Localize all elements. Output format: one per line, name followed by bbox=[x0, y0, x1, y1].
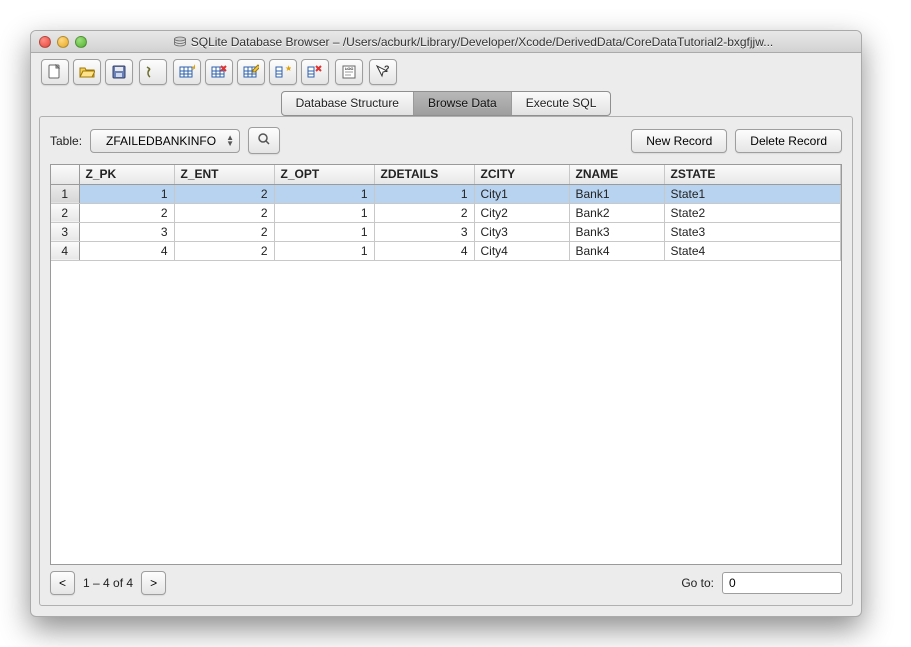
table-label: Table: bbox=[50, 134, 82, 148]
table-cell[interactable]: 1 bbox=[274, 203, 374, 222]
table-cell[interactable]: 1 bbox=[79, 184, 174, 203]
table-cell[interactable]: State3 bbox=[664, 222, 841, 241]
table-dropdown[interactable]: ZFAILEDBANKINFO bbox=[90, 129, 240, 153]
table-cell[interactable]: City4 bbox=[474, 241, 569, 260]
table-cell[interactable]: 1 bbox=[274, 222, 374, 241]
table-cell[interactable]: City3 bbox=[474, 222, 569, 241]
tab-execute-sql[interactable]: Execute SQL bbox=[512, 92, 611, 115]
zoom-window-button[interactable] bbox=[75, 36, 87, 48]
table-row[interactable]: 22212City2Bank2State2 bbox=[51, 203, 841, 222]
tab-database-structure[interactable]: Database Structure bbox=[282, 92, 414, 115]
modify-table-button[interactable] bbox=[237, 59, 265, 85]
filter-search-button[interactable] bbox=[248, 127, 280, 154]
table-header-zname[interactable]: ZNAME bbox=[569, 165, 664, 184]
db-icon bbox=[173, 36, 187, 48]
table-row[interactable]: 11211City1Bank1State1 bbox=[51, 184, 841, 203]
table-row[interactable]: 33213City3Bank3State3 bbox=[51, 222, 841, 241]
table-cell[interactable]: State4 bbox=[664, 241, 841, 260]
table-cell[interactable]: 3 bbox=[79, 222, 174, 241]
table-row-header[interactable]: 3 bbox=[51, 222, 79, 241]
open-db-button[interactable] bbox=[73, 59, 101, 85]
table-cell[interactable]: 2 bbox=[79, 203, 174, 222]
table-cell[interactable]: 4 bbox=[79, 241, 174, 260]
new-db-button[interactable] bbox=[41, 59, 69, 85]
table-cell[interactable]: State2 bbox=[664, 203, 841, 222]
pager-next-button[interactable]: > bbox=[141, 571, 166, 595]
svg-text:★: ★ bbox=[191, 64, 195, 72]
pager: < 1 – 4 of 4 > bbox=[50, 571, 166, 595]
table-row[interactable]: 44214City4Bank4State4 bbox=[51, 241, 841, 260]
table-cell[interactable]: State1 bbox=[664, 184, 841, 203]
table-cell[interactable]: Bank4 bbox=[569, 241, 664, 260]
new-record-button[interactable]: New Record bbox=[631, 129, 727, 153]
create-table-button[interactable]: ★ bbox=[173, 59, 201, 85]
window-title: SQLite Database Browser – /Users/acburk/… bbox=[191, 35, 773, 49]
table-row-header[interactable]: 1 bbox=[51, 184, 79, 203]
table-row-header[interactable]: 2 bbox=[51, 203, 79, 222]
table-header-zent[interactable]: Z_ENT bbox=[174, 165, 274, 184]
table-cell[interactable]: 2 bbox=[174, 222, 274, 241]
table-header-corner bbox=[51, 165, 79, 184]
browse-data-pane: Table: ZFAILEDBANKINFO ▲▼ New Record Del… bbox=[39, 116, 853, 606]
table-header-zcity[interactable]: ZCITY bbox=[474, 165, 569, 184]
delete-table-button[interactable] bbox=[205, 59, 233, 85]
tab-browse-data[interactable]: Browse Data bbox=[414, 92, 512, 115]
table-header-zopt[interactable]: Z_OPT bbox=[274, 165, 374, 184]
table-cell[interactable]: City2 bbox=[474, 203, 569, 222]
table-header-zstate[interactable]: ZSTATE bbox=[664, 165, 841, 184]
table-cell[interactable]: Bank2 bbox=[569, 203, 664, 222]
close-window-button[interactable] bbox=[39, 36, 51, 48]
tab-segmented-control: Database Structure Browse Data Execute S… bbox=[281, 91, 612, 116]
table-cell[interactable]: 3 bbox=[374, 222, 474, 241]
table-cell[interactable]: 2 bbox=[174, 241, 274, 260]
goto-label: Go to: bbox=[681, 576, 714, 590]
table-row-header[interactable]: 4 bbox=[51, 241, 79, 260]
whats-this-button[interactable]: ? bbox=[369, 59, 397, 85]
titlebar: SQLite Database Browser – /Users/acburk/… bbox=[31, 31, 861, 53]
pager-prev-button[interactable]: < bbox=[50, 571, 75, 595]
app-window: SQLite Database Browser – /Users/acburk/… bbox=[30, 30, 862, 617]
table-cell[interactable]: 1 bbox=[274, 241, 374, 260]
table-cell[interactable]: 4 bbox=[374, 241, 474, 260]
table-header-zpk[interactable]: Z_PK bbox=[79, 165, 174, 184]
table-header-row: Z_PK Z_ENT Z_OPT ZDETAILS ZCITY ZNAME ZS… bbox=[51, 165, 841, 184]
svg-text:★: ★ bbox=[285, 64, 291, 73]
undo-button[interactable] bbox=[139, 59, 167, 85]
search-icon bbox=[257, 132, 271, 146]
toolbar: ★ ★ LOG ? bbox=[31, 53, 861, 91]
minimize-window-button[interactable] bbox=[57, 36, 69, 48]
table-cell[interactable]: Bank3 bbox=[569, 222, 664, 241]
pager-status: 1 – 4 of 4 bbox=[83, 576, 133, 590]
svg-text:?: ? bbox=[384, 64, 390, 74]
table-cell[interactable]: 1 bbox=[374, 184, 474, 203]
table-cell[interactable]: City1 bbox=[474, 184, 569, 203]
table-cell[interactable]: 1 bbox=[274, 184, 374, 203]
table-cell[interactable]: 2 bbox=[174, 203, 274, 222]
table-cell[interactable]: 2 bbox=[174, 184, 274, 203]
table-selected: ZFAILEDBANKINFO bbox=[106, 134, 216, 148]
table-cell[interactable]: Bank1 bbox=[569, 184, 664, 203]
goto-input[interactable] bbox=[722, 572, 842, 594]
svg-text:LOG: LOG bbox=[345, 66, 353, 71]
tabbar: Database Structure Browse Data Execute S… bbox=[31, 91, 861, 116]
delete-record-button[interactable]: Delete Record bbox=[735, 129, 842, 153]
save-db-button[interactable] bbox=[105, 59, 133, 85]
table-header-zdetails[interactable]: ZDETAILS bbox=[374, 165, 474, 184]
table-cell[interactable]: 2 bbox=[374, 203, 474, 222]
sql-log-button[interactable]: LOG bbox=[335, 59, 363, 85]
create-index-button[interactable]: ★ bbox=[269, 59, 297, 85]
delete-index-button[interactable] bbox=[301, 59, 329, 85]
data-grid[interactable]: Z_PK Z_ENT Z_OPT ZDETAILS ZCITY ZNAME ZS… bbox=[50, 164, 842, 565]
